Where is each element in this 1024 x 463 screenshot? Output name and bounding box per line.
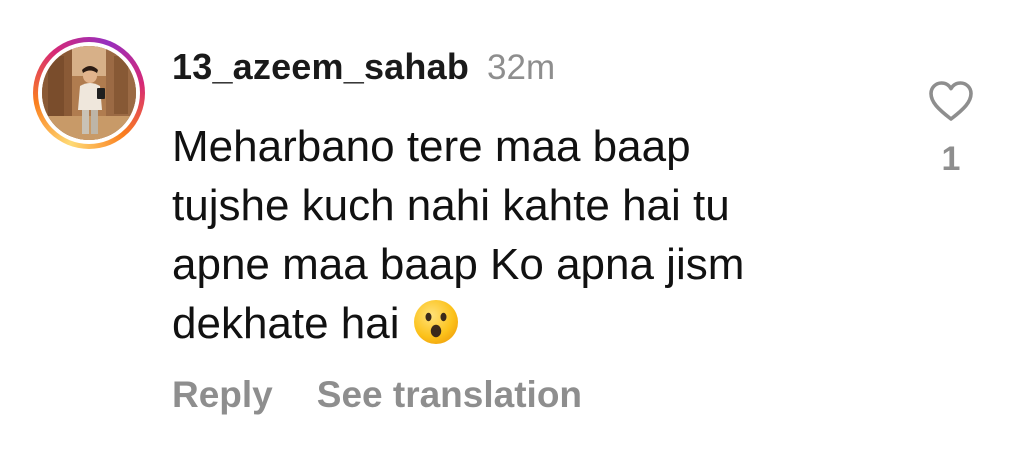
comment-text: Meharbano tere maa baap tujshe kuch nahi… (172, 117, 872, 361)
face-with-open-mouth-emoji-icon (412, 298, 460, 361)
comment-last-line: dekhate hai (172, 294, 872, 361)
like-count: 1 (941, 140, 961, 178)
comment-line: apne maa baap Ko apna jism (172, 240, 745, 289)
avatar-story-ring[interactable] (33, 37, 145, 149)
username-link[interactable]: 13_azeem_sahab (172, 46, 469, 88)
avatar[interactable] (42, 46, 136, 140)
comment-timestamp: 32m (487, 48, 556, 87)
avatar-photo (42, 46, 136, 140)
comment-actions: Reply See translation (172, 374, 582, 416)
comment-line: dekhate hai (172, 299, 400, 348)
comment-line: Meharbano tere maa baap (172, 122, 691, 171)
comment-line: tujshe kuch nahi kahte hai tu (172, 181, 730, 230)
reply-button[interactable]: Reply (172, 374, 273, 415)
heart-outline-icon[interactable] (928, 80, 974, 122)
see-translation-button[interactable]: See translation (317, 374, 582, 415)
comment-header: 13_azeem_sahab 32m (172, 46, 555, 92)
